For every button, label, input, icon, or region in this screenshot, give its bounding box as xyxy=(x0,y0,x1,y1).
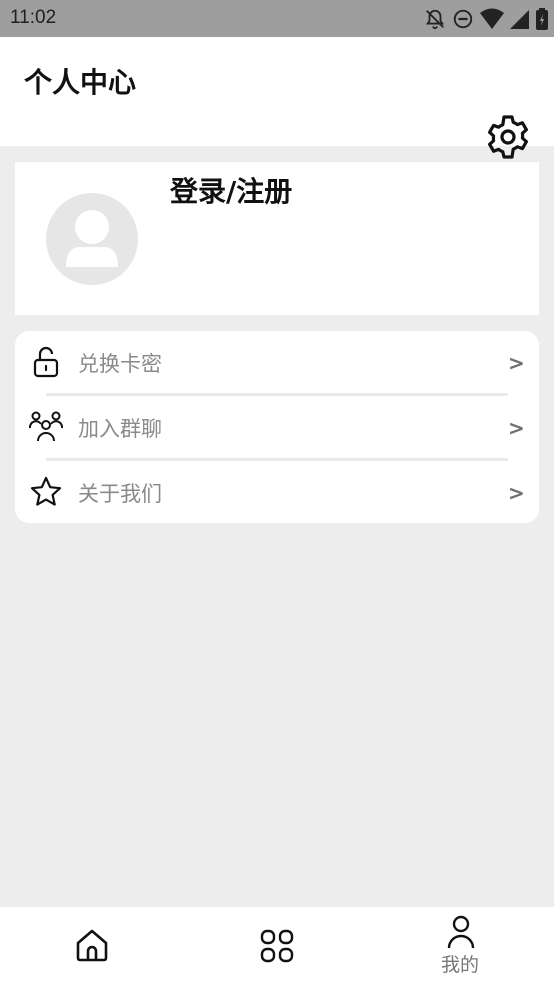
login-register-link[interactable]: 登录/注册 xyxy=(170,170,292,210)
star-icon xyxy=(30,476,62,506)
status-time: 11:02 xyxy=(10,7,57,28)
chevron-right-icon: > xyxy=(508,416,525,440)
tab-categories[interactable] xyxy=(184,907,368,985)
chevron-right-icon: > xyxy=(508,351,525,375)
person-icon xyxy=(447,915,475,949)
user-placeholder-icon xyxy=(66,210,118,267)
tab-label: 我的 xyxy=(441,954,480,976)
unlock-icon xyxy=(33,346,59,378)
menu-item-label: 加入群聊 xyxy=(78,417,162,441)
page-title: 个人中心 xyxy=(24,66,137,99)
tab-mine[interactable]: 我的 xyxy=(368,907,552,985)
profile-card[interactable]: 登录/注册 xyxy=(15,162,539,315)
avatar[interactable] xyxy=(46,193,138,285)
gear-icon[interactable] xyxy=(484,113,532,161)
status-icons xyxy=(424,6,548,32)
grid-icon xyxy=(260,929,294,963)
wifi-icon xyxy=(480,8,504,29)
menu-item-label: 关于我们 xyxy=(78,482,162,506)
page-header: 个人中心 xyxy=(0,37,554,159)
menu-item-redeem-code[interactable]: 兑换卡密 > xyxy=(15,331,539,395)
do-not-disturb-icon xyxy=(453,9,473,29)
bell-off-icon xyxy=(425,9,445,30)
menu-item-join-group[interactable]: 加入群聊 > xyxy=(15,396,539,460)
menu-item-about-us[interactable]: 关于我们 > xyxy=(15,461,539,525)
tab-home[interactable] xyxy=(0,907,184,985)
signal-icon xyxy=(510,10,529,29)
home-icon xyxy=(76,929,108,962)
menu-card: 兑换卡密 > 加入群聊 > 关于我们 > xyxy=(15,331,539,523)
menu-item-label: 兑换卡密 xyxy=(78,352,162,376)
status-bar: 11:02 xyxy=(0,0,554,37)
bottom-tab-bar: 我的 xyxy=(0,907,554,985)
group-icon xyxy=(29,411,63,442)
chevron-right-icon: > xyxy=(508,481,525,505)
battery-icon xyxy=(536,8,548,30)
